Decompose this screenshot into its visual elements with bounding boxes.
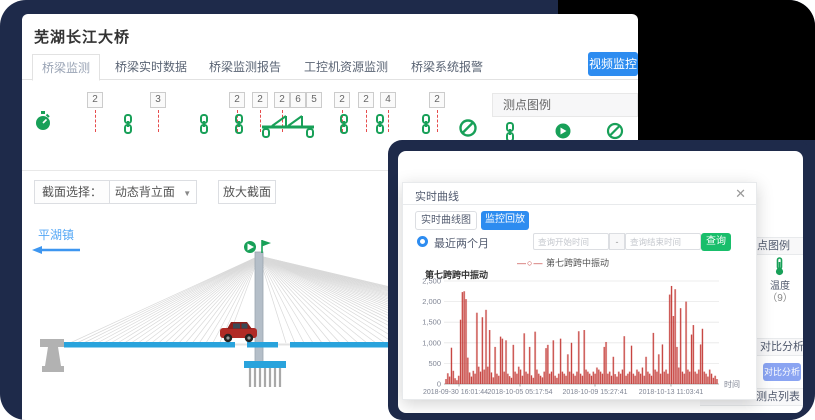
sensor-count-badge: 4 <box>380 92 396 108</box>
sensor-count-badge: 2 <box>334 92 350 108</box>
sensor-leader-line <box>95 110 96 132</box>
bridge-pier <box>244 361 286 387</box>
tab-realtime-curve[interactable]: 实时曲线图 <box>415 211 477 230</box>
section-select-dropdown[interactable]: 动态背立面 ▼ <box>109 180 197 204</box>
dialog-title: 实时曲线 <box>415 188 459 204</box>
section-select-value: 动态背立面 <box>115 185 175 199</box>
strain-sensor-icon[interactable] <box>420 114 432 139</box>
svg-text:2018-10-09 15:27:41: 2018-10-09 15:27:41 <box>563 389 628 396</box>
svg-text:2018-10-13 11:03:41: 2018-10-13 11:03:41 <box>639 389 704 396</box>
query-end-time-input[interactable] <box>625 233 701 250</box>
sensor-count-badge: 2 <box>429 92 445 108</box>
svg-text:2018-10-05 05:17:54: 2018-10-05 05:17:54 <box>488 389 553 396</box>
compare-analysis-button[interactable]: 对比分析 <box>763 363 801 381</box>
query-start-time-input[interactable] <box>533 233 609 250</box>
video-monitor-button[interactable]: 视频监控 <box>588 52 638 76</box>
recent-two-months-radio[interactable] <box>417 236 428 247</box>
main-tabbar: 桥梁监测 桥梁实时数据 桥梁监测报告 工控机资源监测 桥梁系统报警 <box>22 54 638 80</box>
sensor-count-badge: 3 <box>150 92 166 108</box>
tab-monitor-report[interactable]: 桥梁监测报告 <box>202 54 288 80</box>
tab-system-alarm[interactable]: 桥梁系统报警 <box>404 54 490 80</box>
realtime-curve-dialog: 实时曲线 ✕ 实时曲线图 监控回放 最近两个月 - 查询 —○— 第七跨跨中振动… <box>402 182 757 400</box>
section-select-label: 截面选择： <box>34 180 110 204</box>
svg-text:1,000: 1,000 <box>422 338 441 347</box>
camera-sensor-icon[interactable] <box>244 240 271 253</box>
sensor-leader-line <box>366 110 367 132</box>
svg-text:2,000: 2,000 <box>422 297 441 306</box>
svg-text:时间: 时间 <box>724 379 740 389</box>
tab-ipc-resource[interactable]: 工控机资源监测 <box>296 54 396 80</box>
measure-point-legend-panel: 测点图例 <box>492 93 638 140</box>
temperature-count: （9） <box>764 289 796 304</box>
svg-text:0: 0 <box>437 380 441 389</box>
strain-sensor-icon[interactable] <box>374 114 386 139</box>
sensor-count-badge: 2 <box>358 92 374 108</box>
dialog-header: 实时曲线 ✕ <box>403 183 756 205</box>
zoom-section-button[interactable]: 放大截面 <box>218 180 276 204</box>
legend-marker-icon: —○— <box>517 258 543 268</box>
stopwatch-sensor-icon[interactable] <box>34 110 52 137</box>
sensor-count-badge: 2 <box>252 92 268 108</box>
strain-sensor-icon[interactable] <box>233 114 245 139</box>
close-icon[interactable]: ✕ <box>735 186 746 202</box>
svg-text:1,500: 1,500 <box>422 318 441 327</box>
strain-sensor-icon[interactable] <box>122 114 134 139</box>
strain-sensor-icon[interactable] <box>198 114 210 139</box>
recent-two-months-label: 最近两个月 <box>434 235 489 251</box>
sensor-leader-line <box>388 110 389 132</box>
date-range-separator: - <box>609 233 625 250</box>
tab-bridge-monitor[interactable]: 桥梁监测 <box>32 54 100 81</box>
bridge-deck <box>247 342 278 348</box>
svg-text:500: 500 <box>428 359 441 368</box>
bridge-abutment <box>40 339 64 372</box>
query-button[interactable]: 查询 <box>701 233 731 251</box>
sensor-count-badge: 2 <box>87 92 103 108</box>
truss-sensor-group-icon[interactable] <box>260 112 316 143</box>
page-title: 芜湖长江大桥 <box>34 26 130 47</box>
svg-text:2018-09-30 16:01:44: 2018-09-30 16:01:44 <box>423 389 488 396</box>
bridge-deck <box>64 342 235 348</box>
sensor-leader-line <box>158 110 159 132</box>
strain-sensor-icon[interactable] <box>338 114 350 139</box>
sensor-count-badge: 6 <box>290 92 306 108</box>
screenshot-canvas: 芜湖长江大桥 桥梁监测 桥梁实时数据 桥梁监测报告 工控机资源监测 桥梁系统报警… <box>0 0 815 420</box>
sensor-count-badge: 5 <box>306 92 322 108</box>
tab-realtime-data[interactable]: 桥梁实时数据 <box>108 54 194 80</box>
vibration-chart: 0 500 1,000 1,500 2,000 2,500 2018-09-30 16:01… <box>421 279 743 397</box>
svg-text:2,500: 2,500 <box>422 277 441 286</box>
car-on-deck <box>220 322 257 342</box>
sensor-count-badge: 2 <box>274 92 290 108</box>
chevron-down-icon: ▼ <box>183 189 191 198</box>
tab-monitor-playback[interactable]: 监控回放 <box>481 211 529 230</box>
legend-series-name: 第七跨跨中振动 <box>546 258 609 268</box>
legend-panel-header: 测点图例 <box>492 93 638 117</box>
sensor-count-badge: 2 <box>229 92 245 108</box>
sensor-leader-line <box>437 110 438 132</box>
